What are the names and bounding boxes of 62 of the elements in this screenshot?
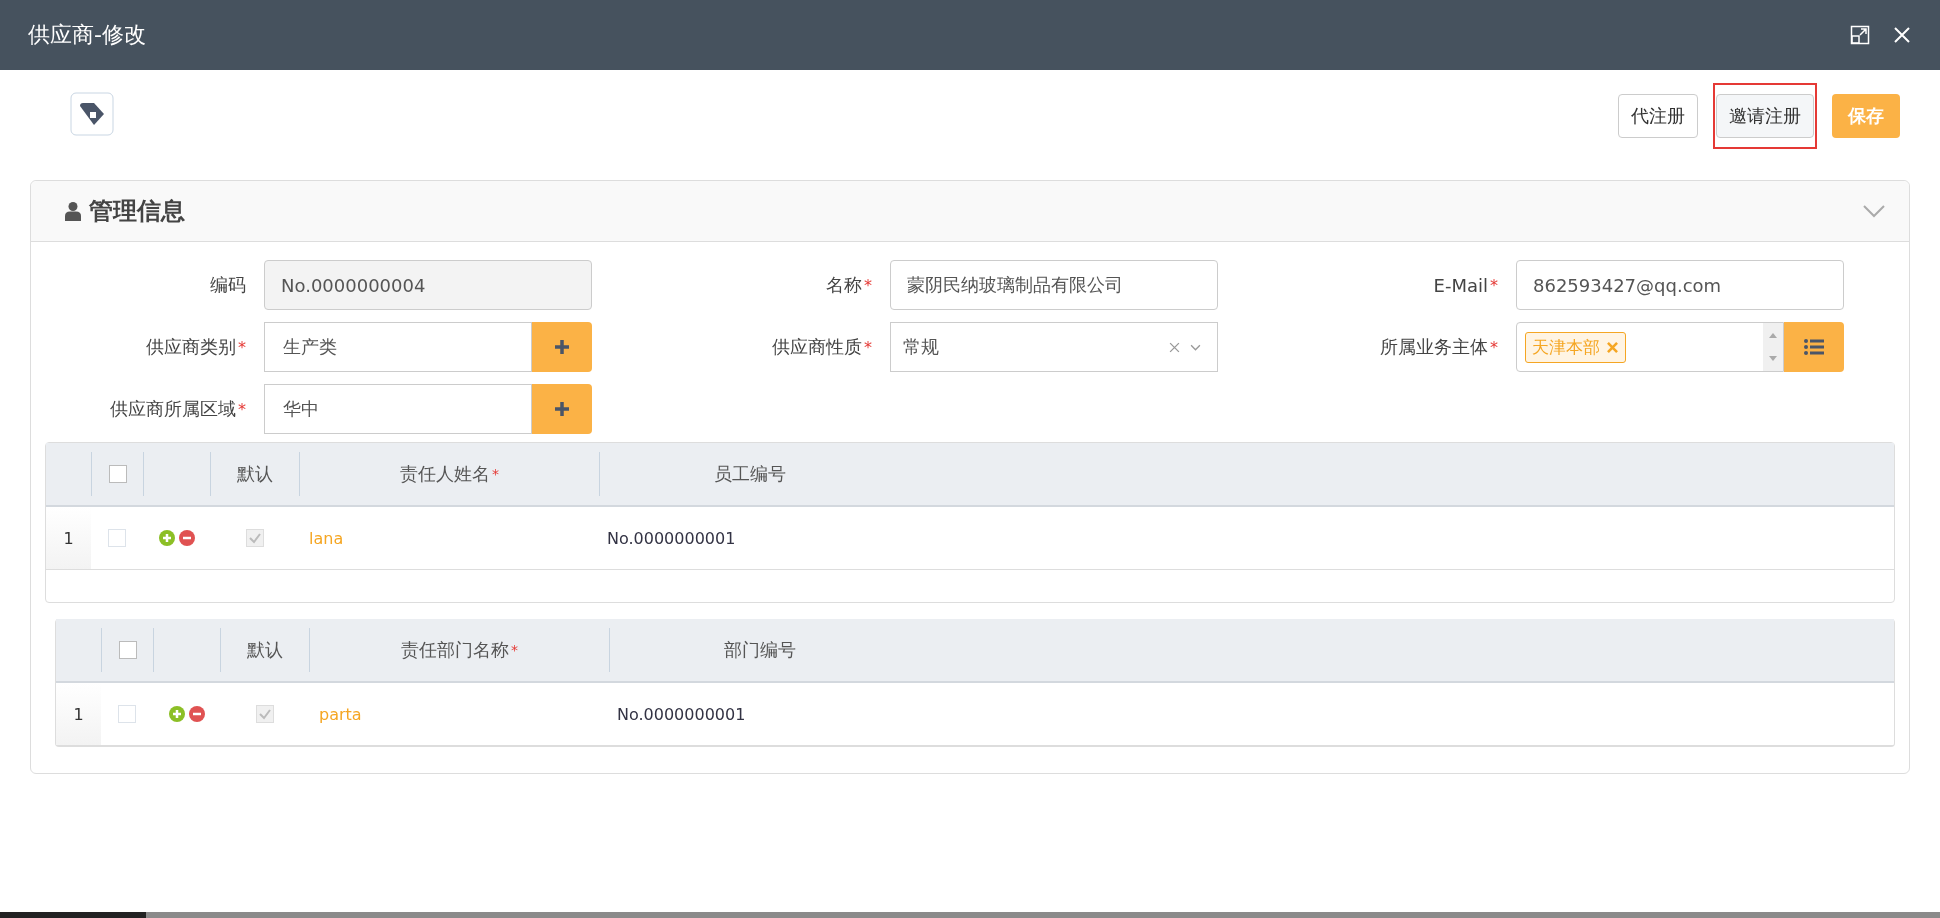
field-label: 供应商性质	[772, 335, 862, 359]
table-cell: parta	[319, 704, 362, 724]
close-icon[interactable]	[1892, 25, 1912, 45]
required-mark: *	[864, 275, 872, 295]
select-field[interactable]: 华中	[264, 384, 532, 434]
required-mark: *	[238, 399, 246, 419]
field-label: 所属业务主体	[1380, 335, 1488, 359]
chevron-icon[interactable]	[1863, 204, 1885, 218]
checkbox[interactable]	[108, 529, 126, 547]
required-mark: *	[1490, 337, 1498, 357]
list-icon	[1804, 339, 1824, 355]
add-button[interactable]	[532, 384, 592, 434]
required-mark: *	[1490, 275, 1498, 295]
maximize-icon[interactable]	[1850, 25, 1870, 45]
column-header: 默认	[237, 462, 273, 486]
column-header: 默认	[247, 638, 283, 662]
row-number: 1	[73, 704, 84, 724]
field-label: 名称	[826, 273, 862, 297]
input-field[interactable]: 862593427@qq.com	[1516, 260, 1844, 310]
clear-icon[interactable]	[1169, 341, 1180, 353]
table-cell: No.0000000001	[607, 528, 736, 548]
row-number: 1	[63, 528, 74, 548]
down-arrow-icon[interactable]	[1768, 356, 1778, 362]
add-row-icon[interactable]	[168, 706, 185, 722]
spinner-control[interactable]	[1763, 323, 1783, 371]
add-button[interactable]	[532, 322, 592, 372]
column-header: 责任人姓名	[400, 462, 490, 486]
column-header: 责任部门名称	[401, 638, 509, 662]
table-cell: No.0000000001	[617, 704, 746, 724]
remove-row-icon[interactable]	[188, 706, 205, 722]
input-field[interactable]: 蒙阴民纳玻璃制品有限公司	[890, 260, 1218, 310]
add-row-icon[interactable]	[158, 530, 175, 546]
plus-icon	[554, 401, 570, 417]
plus-icon	[554, 339, 570, 355]
window-title: 供应商-修改	[28, 21, 146, 49]
required-mark: *	[238, 337, 246, 357]
remove-row-icon[interactable]	[178, 530, 195, 546]
up-arrow-icon[interactable]	[1768, 332, 1778, 338]
field-label: 供应商类别	[146, 335, 236, 359]
toolbar-button[interactable]: 邀请注册	[1716, 94, 1814, 138]
input-field[interactable]: No.0000000004	[264, 260, 592, 310]
checkbox[interactable]	[118, 641, 137, 659]
list-button[interactable]	[1784, 322, 1844, 372]
remove-icon[interactable]	[1606, 340, 1619, 354]
field-label: 编码	[210, 273, 246, 297]
tag-icon[interactable]	[70, 92, 114, 136]
field-label: E-Mail	[1433, 274, 1488, 296]
checkbox[interactable]	[108, 465, 127, 483]
required-mark: *	[492, 466, 499, 482]
field-label: 供应商所属区域	[110, 397, 236, 421]
caret-icon[interactable]	[1190, 343, 1201, 351]
required-mark: *	[864, 337, 872, 357]
user-icon	[65, 201, 81, 221]
select-field[interactable]: 生产类	[264, 322, 532, 372]
select-field[interactable]: 常规	[890, 322, 1218, 372]
checkbox[interactable]	[118, 705, 136, 723]
column-header: 部门编号	[723, 638, 796, 662]
toolbar-button[interactable]: 代注册	[1618, 94, 1698, 138]
panel-title: 管理信息	[89, 196, 185, 227]
column-header: 员工编号	[713, 462, 786, 486]
table-cell: lana	[309, 528, 344, 548]
required-mark: *	[511, 642, 518, 658]
